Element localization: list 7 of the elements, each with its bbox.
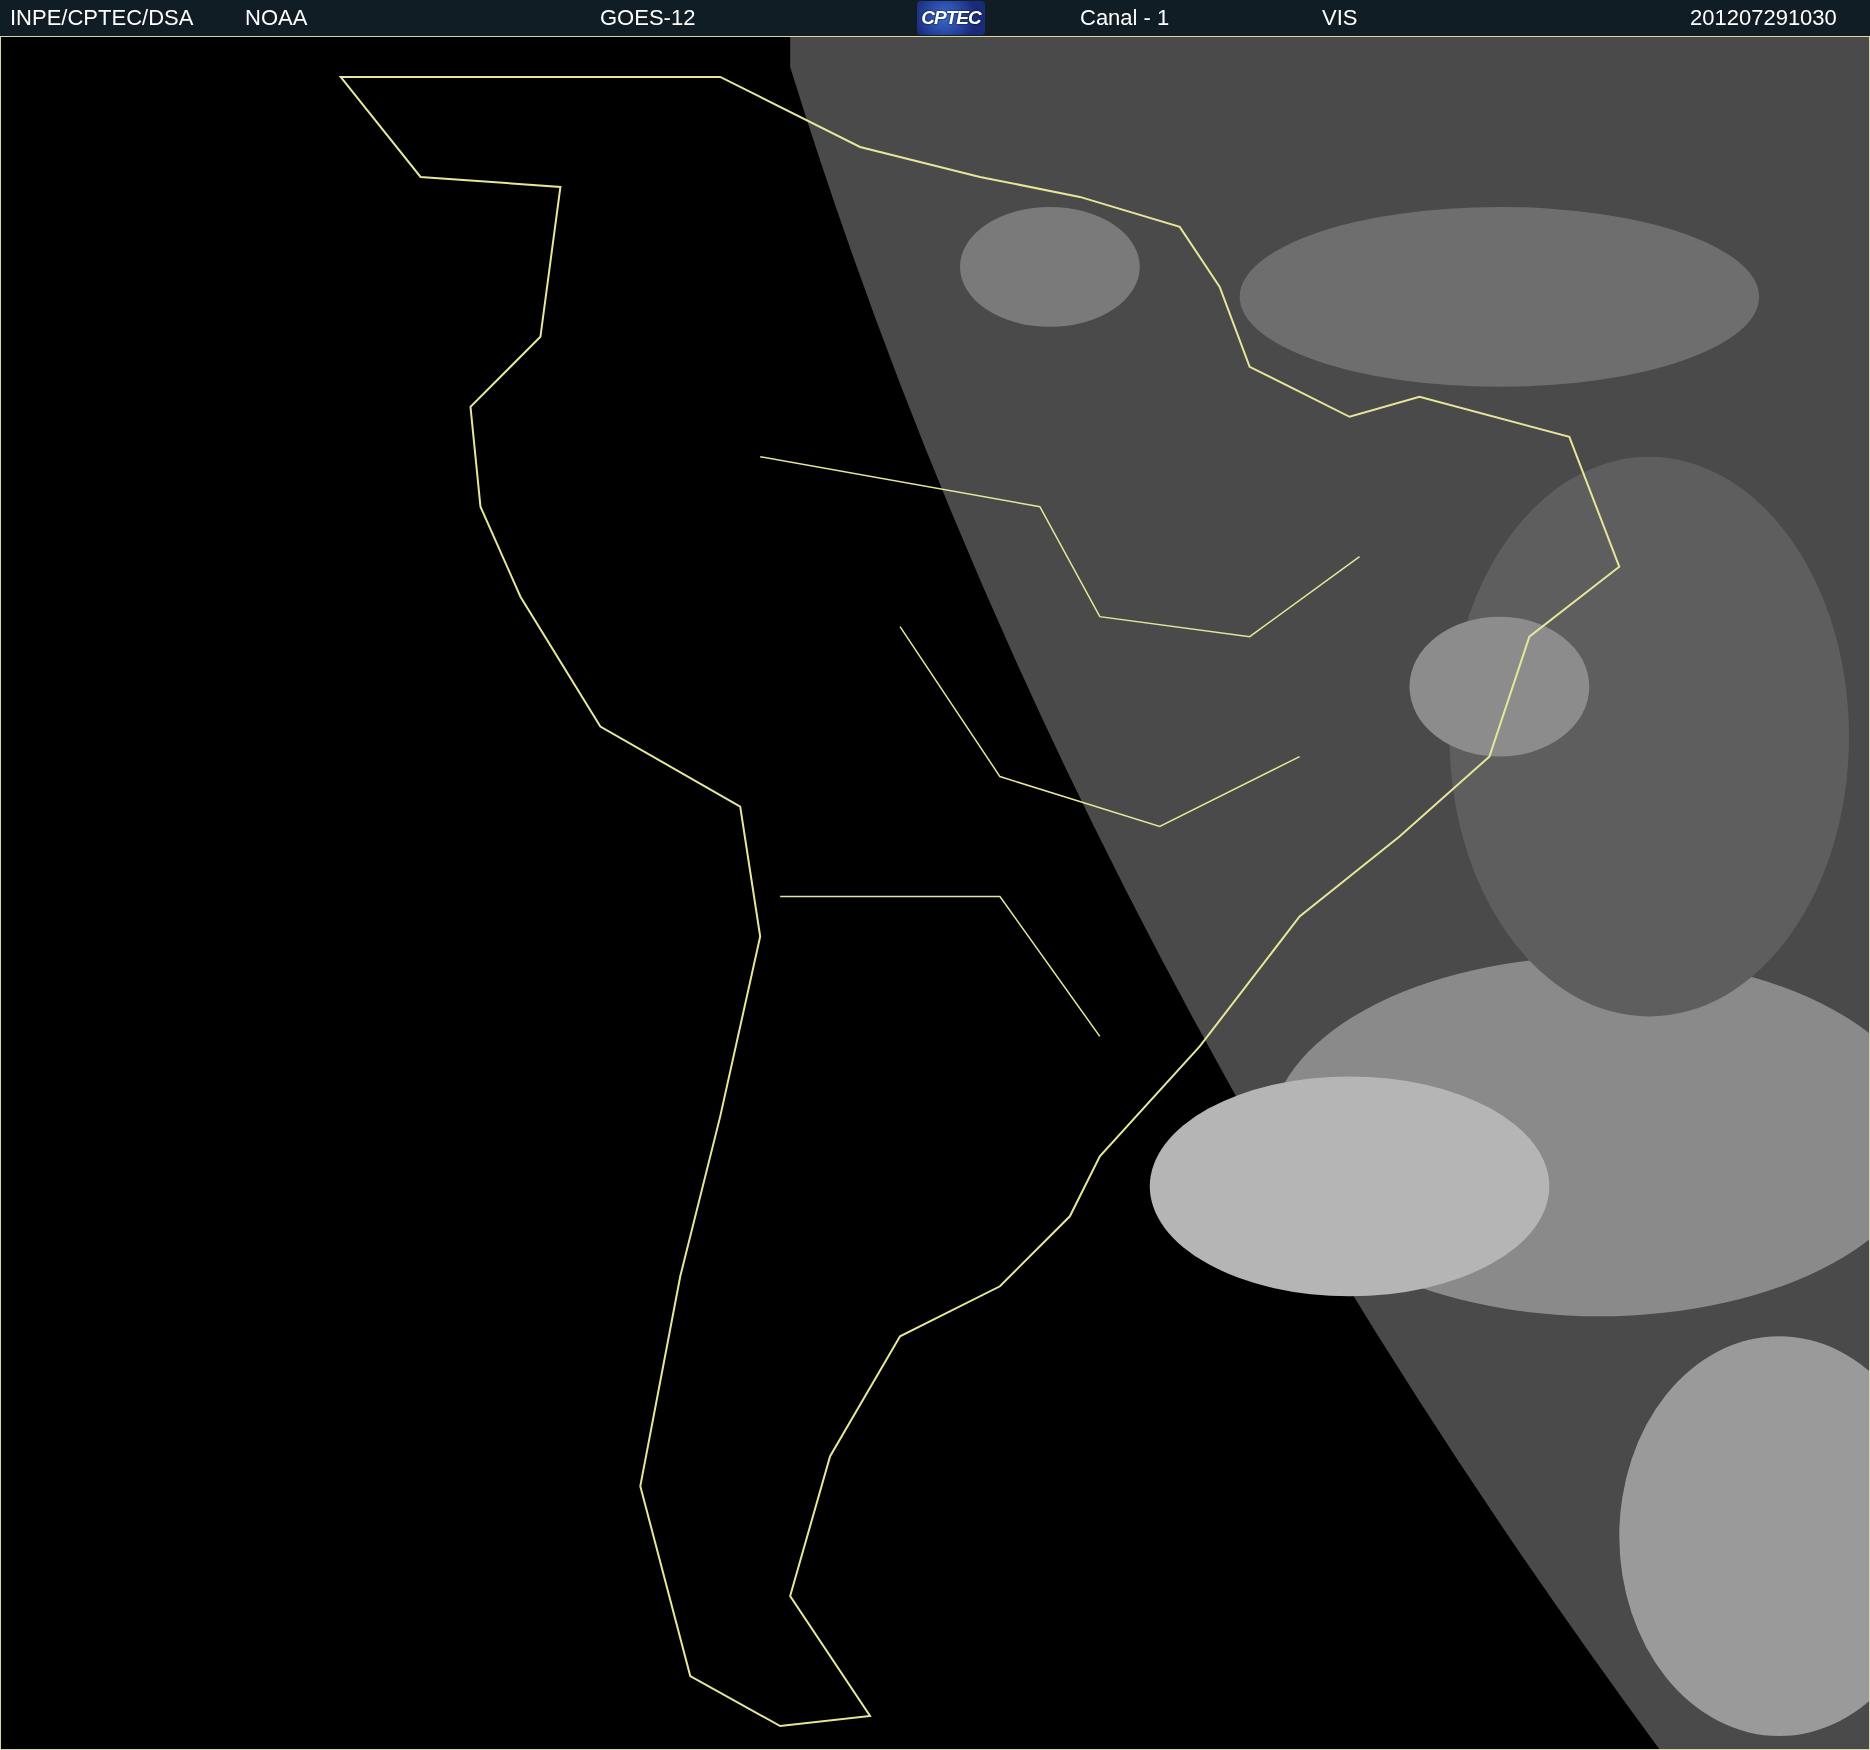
satellite-label: GOES-12 <box>600 5 697 31</box>
source-label: INPE/CPTEC/DSA <box>10 5 195 31</box>
channel-label: Canal - 1 <box>1080 5 1171 31</box>
timestamp-label: 201207291030 <box>1690 5 1838 31</box>
logo: CPTEC <box>917 1 985 35</box>
agency-label: NOAA <box>245 5 309 31</box>
band-label: VIS <box>1322 5 1359 31</box>
